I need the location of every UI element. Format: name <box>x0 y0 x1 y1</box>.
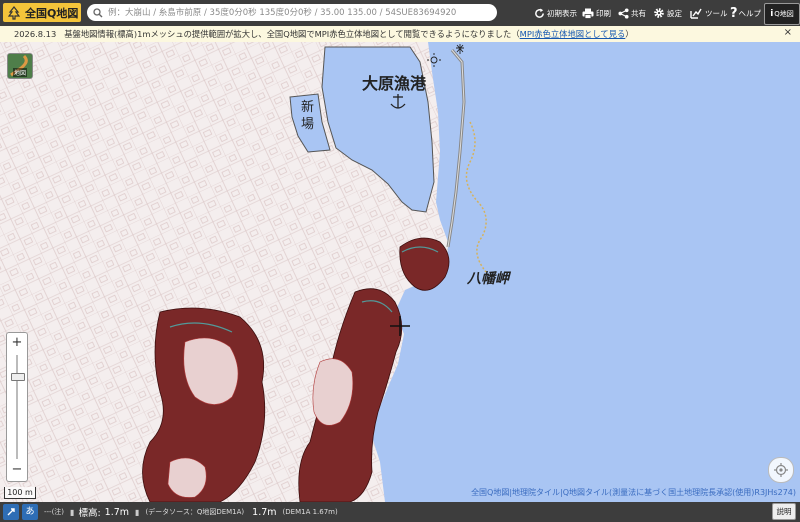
locate-button[interactable] <box>768 457 794 483</box>
question-icon: ? <box>730 5 738 21</box>
crosshair-locate-icon <box>774 463 788 477</box>
settings-button[interactable]: 設定 <box>653 4 682 22</box>
zoom-out-button[interactable]: − <box>7 461 27 479</box>
notice-end: ） <box>625 29 634 39</box>
center-crosshair <box>390 316 410 336</box>
search-icon <box>93 7 103 18</box>
initial-view-button[interactable]: 初期表示 <box>534 4 577 22</box>
map-view[interactable]: 大原漁港 新場 八幡岬 <box>0 42 800 502</box>
share-button[interactable]: 共有 <box>618 4 646 22</box>
scale-bar: 100 m <box>4 487 36 499</box>
map-canvas <box>0 42 800 502</box>
tools-icon <box>690 8 702 19</box>
search-input[interactable] <box>106 6 495 19</box>
ime-toggle-button[interactable]: あ <box>22 504 38 520</box>
help-label: ヘルプ <box>738 8 762 18</box>
copy-icon[interactable]: ▮ <box>70 508 74 517</box>
pin-icon <box>7 508 15 516</box>
attribution[interactable]: 全国Q地図|地理院タイル|Q地図タイル(測量法に基づく国土地理院長承認(使用)R… <box>471 487 796 498</box>
search-box[interactable] <box>87 4 497 21</box>
zoom-slider-track[interactable] <box>16 355 18 459</box>
notice-bar: 2026.8.13 基盤地図情報(標高)1mメッシュの提供範囲が拡大し、全国Q地… <box>0 26 800 43</box>
place-label-cape: 八幡岬 <box>467 271 509 287</box>
qchizu-button[interactable]: i Q地図 <box>764 3 800 25</box>
share-icon <box>618 7 629 19</box>
settings-label: 設定 <box>667 8 682 18</box>
zoom-slider-thumb[interactable] <box>11 372 25 381</box>
status-bar: あ ---(注) ▮ 標高: 1.7m ▮ (データソース：Q地図DEM1A) … <box>0 502 800 522</box>
tools-label: ツール <box>705 8 728 18</box>
print-label: 印刷 <box>596 8 611 18</box>
tree-icon <box>7 5 21 20</box>
layer-switch-button[interactable]: 地図 <box>7 53 33 79</box>
app-logo[interactable]: 全国Q地図 <box>3 3 81 22</box>
qchizu-label: Q地図 <box>774 10 794 18</box>
copy-icon-2[interactable]: ▮ <box>135 508 139 517</box>
notice-close-button[interactable]: × <box>784 27 792 38</box>
initial-view-label: 初期表示 <box>547 8 577 18</box>
top-bar: 全国Q地図 初期表示 印刷 共有 設定 ツール ? ヘルプ i Q地図 <box>0 0 800 26</box>
elevation-source-2: (DEM1A 1.67m) <box>282 508 338 516</box>
refresh-icon <box>535 7 544 18</box>
elevation-label: 標高: <box>78 508 101 519</box>
zoom-control: + − <box>6 332 28 482</box>
notice-text: 基盤地図情報(標高)1mメッシュの提供範囲が拡大し、全国Q地図でMPI赤色立体地… <box>64 29 520 39</box>
notice-link[interactable]: MPI赤色立体地図として見る <box>520 28 626 40</box>
elevation-value-2: 1.7m <box>252 506 277 518</box>
coordinate-text: ---(注) <box>44 508 65 516</box>
notice-date: 2026.8.13 <box>14 29 57 39</box>
layer-button-label: 地図 <box>13 68 28 77</box>
gear-icon <box>654 8 664 18</box>
share-label: 共有 <box>631 8 646 18</box>
tools-button[interactable]: ツール <box>690 4 728 22</box>
print-button[interactable]: 印刷 <box>582 4 611 22</box>
info-icon: i <box>770 9 774 19</box>
explain-button[interactable]: 説明 <box>772 503 796 520</box>
elevation-source: (データソース：Q地図DEM1A) <box>145 508 245 516</box>
app-title: 全国Q地図 <box>25 6 79 20</box>
place-label-port: 大原漁港 <box>362 74 427 93</box>
printer-icon <box>582 8 594 19</box>
help-button[interactable]: ? ヘルプ <box>730 4 761 22</box>
place-label-shinba: 新場 <box>301 100 315 132</box>
zoom-in-button[interactable]: + <box>7 334 27 352</box>
elevation-value: 1.7m <box>104 506 130 518</box>
lock-toggle-button[interactable] <box>3 504 19 520</box>
